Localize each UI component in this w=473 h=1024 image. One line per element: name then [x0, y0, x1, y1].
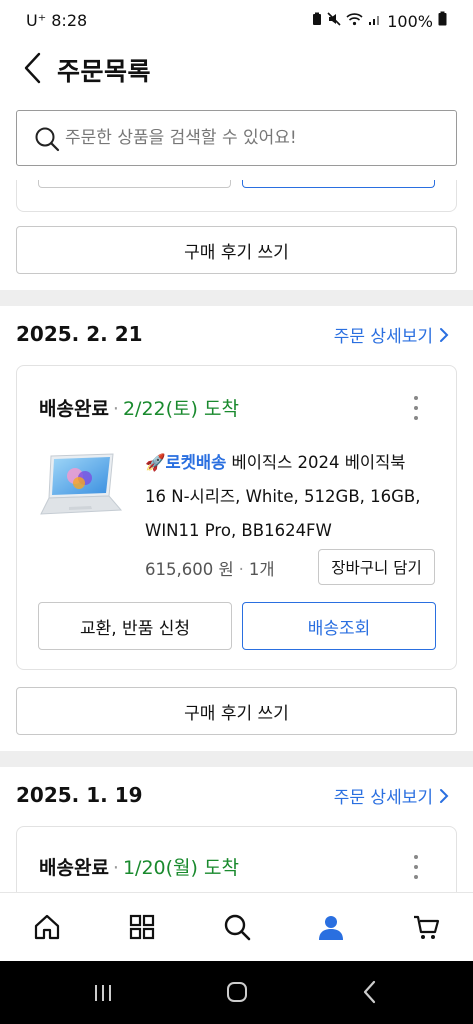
back-arrow-icon — [363, 980, 376, 1004]
order-detail-label: 주문 상세보기 — [333, 327, 433, 347]
status-left: U⁺ 8:28 — [26, 11, 87, 30]
nav-home[interactable] — [27, 907, 67, 947]
search-box[interactable] — [16, 110, 457, 166]
home-button[interactable] — [222, 977, 252, 1007]
order-card: 배송완료 · 2/22(토) 도착 🚀로켓배송 베이직스 2024 베이직북 1… — [16, 365, 457, 670]
battery-saver-icon — [312, 12, 322, 31]
search-icon — [35, 127, 60, 152]
bottom-navigation — [0, 892, 473, 961]
rocket-icon: 🚀 — [145, 453, 166, 472]
laptop-image — [40, 453, 123, 515]
write-review-label: 구매 후기 쓰기 — [184, 703, 289, 724]
add-to-cart-button[interactable]: 장바구니 담기 — [318, 549, 435, 585]
track-delivery-label: 배송조회 — [307, 618, 371, 639]
product-name-line1: 베이직스 2024 베이직북 — [231, 453, 406, 472]
mute-icon — [327, 11, 341, 31]
search-input[interactable] — [65, 123, 445, 153]
user-icon — [319, 916, 343, 940]
price: 615,600 원 — [145, 560, 234, 579]
back-system-button[interactable] — [355, 977, 385, 1007]
add-to-cart-label: 장바구니 담기 — [331, 559, 422, 577]
recent-apps-icon — [95, 985, 111, 1001]
home-circle-icon — [227, 982, 247, 1002]
app-screen: U⁺ 8:28 100% 주문목록 주문한 상품을 검색할 수 있어요! 구매 … — [0, 0, 473, 1024]
nav-category[interactable] — [122, 907, 162, 947]
product-name-line2: 16 N-시리즈, White, 512GB, 16GB, — [145, 487, 421, 506]
nav-my-page[interactable] — [311, 907, 351, 947]
more-options-icon[interactable] — [406, 855, 426, 879]
clock: 8:28 — [51, 11, 88, 30]
order-detail-link[interactable]: 주문 상세보기 — [334, 783, 449, 808]
chevron-left-icon — [24, 52, 41, 84]
track-delivery-button[interactable]: 배송조회 — [242, 602, 436, 650]
status-bar: U⁺ 8:28 100% — [0, 0, 473, 44]
exchange-return-label: 교환, 반품 신청 — [79, 618, 191, 639]
order-date: 2025. 2. 21 — [16, 322, 143, 346]
order-date: 2025. 1. 19 — [16, 783, 143, 807]
product-name-line3: WIN11 Pro, BB1624FW — [145, 521, 332, 540]
battery-icon — [438, 11, 447, 31]
status-right: 100% — [312, 11, 447, 31]
more-options-icon[interactable] — [406, 396, 426, 420]
battery-percent: 100% — [387, 11, 433, 31]
product-image[interactable] — [39, 452, 123, 522]
signal-icon — [368, 12, 382, 31]
exchange-return-button[interactable]: 교환, 반품 신청 — [38, 602, 232, 650]
status-label: 배송완료 — [39, 857, 109, 879]
status-label: 배송완료 — [39, 398, 109, 420]
write-review-button-top[interactable]: 구매 후기 쓰기 — [16, 226, 457, 274]
quantity: 1개 — [248, 560, 275, 579]
write-review-label: 구매 후기 쓰기 — [184, 242, 289, 263]
app-header: 주문목록 — [0, 44, 473, 94]
section-separator — [0, 751, 473, 767]
system-navigation-bar — [0, 961, 473, 1024]
carrier-label: U⁺ — [26, 11, 47, 30]
arrival-date: 1/20(월) 도착 — [122, 857, 239, 879]
nav-cart[interactable] — [406, 907, 446, 947]
back-button[interactable] — [16, 50, 48, 86]
write-review-button[interactable]: 구매 후기 쓰기 — [16, 687, 457, 735]
chevron-right-icon — [440, 788, 449, 803]
nav-search[interactable] — [217, 907, 257, 947]
section-separator — [0, 290, 473, 306]
recent-apps-button[interactable] — [88, 979, 118, 1007]
rocket-delivery-badge: 로켓배송 — [165, 453, 227, 472]
order-detail-label: 주문 상세보기 — [333, 788, 433, 808]
category-grid-icon — [129, 914, 155, 940]
price-quantity: 615,600 원 · 1개 — [145, 560, 275, 579]
order-detail-link[interactable]: 주문 상세보기 — [334, 322, 449, 347]
page-title: 주문목록 — [57, 57, 152, 86]
search-icon — [224, 914, 251, 941]
product-title[interactable]: 🚀로켓배송 베이직스 2024 베이직북 16 N-시리즈, White, 51… — [145, 446, 435, 548]
wifi-icon — [346, 12, 363, 31]
delivery-status: 배송완료 · 2/22(토) 도착 — [39, 398, 239, 420]
home-icon — [34, 914, 60, 940]
arrival-date: 2/22(토) 도착 — [122, 398, 239, 420]
cart-icon — [414, 915, 440, 939]
delivery-status: 배송완료 · 1/20(월) 도착 — [39, 857, 239, 879]
chevron-right-icon — [440, 327, 449, 342]
